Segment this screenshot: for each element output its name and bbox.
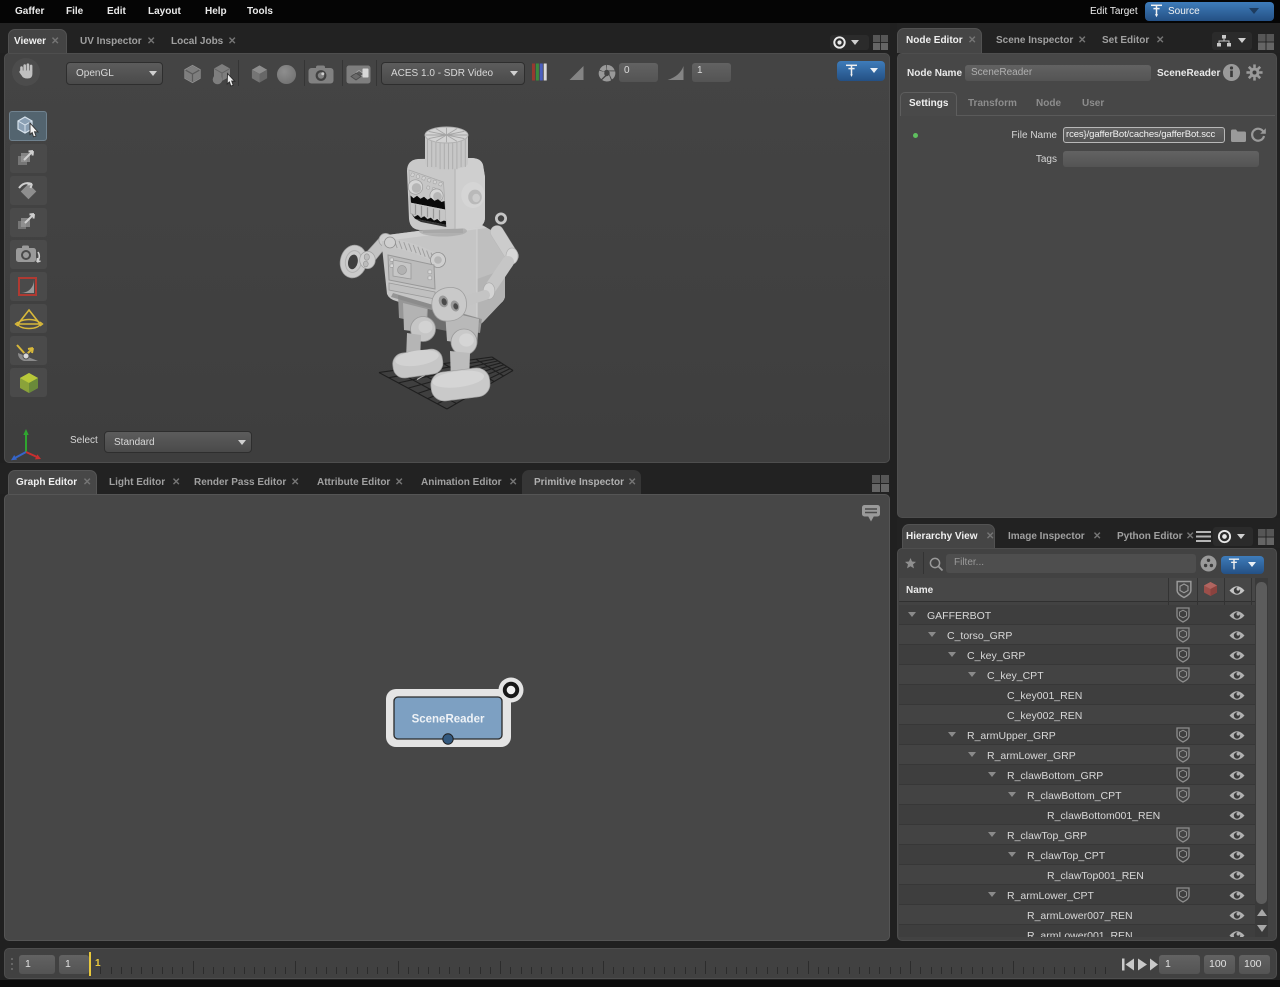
- svg-text:SceneReader: SceneReader: [412, 714, 485, 726]
